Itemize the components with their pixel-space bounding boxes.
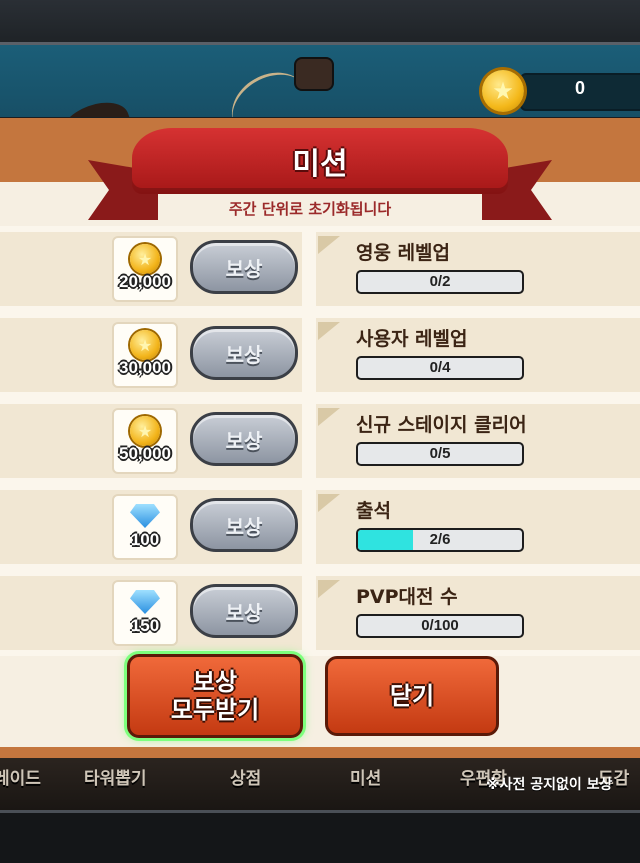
claim-reward-button[interactable]: 보상 xyxy=(190,240,298,294)
close-button[interactable]: 닫기 xyxy=(325,656,499,736)
nav-item-shop[interactable]: 상점 xyxy=(230,764,261,789)
nav-item-tower-draw[interactable]: 타워뽑기 xyxy=(84,764,147,789)
panel-subtitle: 주간 단위로 초기화됩니다 xyxy=(228,200,392,218)
panel-title: 미션 xyxy=(292,147,348,182)
reward-amount: 20,000 xyxy=(119,272,171,291)
notice-text: ※사전 공지없이 보상 xyxy=(486,777,613,793)
nav-item-raid[interactable]: 레이드 xyxy=(0,764,41,789)
bottom-bar xyxy=(0,810,640,863)
mission-title: 영웅 레벨업 xyxy=(356,242,451,264)
enemy-silhouette xyxy=(55,94,135,117)
claim-reward-button[interactable]: 보상 xyxy=(190,498,298,552)
mission-title: PVP대전 수 xyxy=(356,586,458,608)
coin-value: 0 xyxy=(574,78,585,98)
progress-bar: 0/5 xyxy=(356,442,524,466)
progress-text: 0/4 xyxy=(429,359,451,376)
claim-all-label-1: 보상 xyxy=(192,668,238,696)
reward-amount: 150 xyxy=(130,616,160,635)
coin-icon: ★ xyxy=(482,70,524,112)
progress-text: 2/6 xyxy=(429,531,451,548)
nav-item-mission[interactable]: 미션 xyxy=(350,764,381,789)
reward-tile: ★ 30,000 xyxy=(112,322,178,388)
hero-sprite xyxy=(296,59,332,89)
claim-all-button[interactable]: 보상 모두받기 xyxy=(127,654,303,738)
bottom-nav: 레이드 타워뽑기 상점 미션 우편함 도감 ※사전 공지없이 보상 xyxy=(0,758,640,810)
gem-icon xyxy=(130,504,160,528)
progress-bar: 0/4 xyxy=(356,356,524,380)
gem-icon xyxy=(130,590,160,614)
reward-amount: 50,000 xyxy=(119,444,171,463)
reward-tile: 100 xyxy=(112,494,178,560)
reward-tile: ★ 50,000 xyxy=(112,408,178,474)
reward-amount: 100 xyxy=(130,530,160,549)
progress-text: 0/100 xyxy=(421,617,459,634)
title-ribbon: 미션 xyxy=(132,128,508,194)
top-bar xyxy=(0,0,640,45)
coin-icon: ★ xyxy=(130,416,160,446)
progress-bar: 2/6 xyxy=(356,528,524,552)
progress-text: 0/5 xyxy=(429,445,451,462)
mission-title: 출석 xyxy=(356,500,391,522)
mission-title: 신규 스테이지 클리어 xyxy=(356,414,527,436)
claim-reward-button[interactable]: 보상 xyxy=(190,412,298,466)
progress-text: 0/2 xyxy=(429,273,451,290)
mission-title: 사용자 레벨업 xyxy=(356,328,468,350)
mission-row: 100 보상 출석 2/6 xyxy=(0,490,640,564)
claim-reward-button[interactable]: 보상 xyxy=(190,326,298,380)
reward-tile: 150 xyxy=(112,580,178,646)
progress-bar: 0/2 xyxy=(356,270,524,294)
coin-icon: ★ xyxy=(130,330,160,360)
close-label: 닫기 xyxy=(389,682,435,710)
mission-row: 150 보상 PVP대전 수 0/100 xyxy=(0,576,640,650)
claim-reward-button[interactable]: 보상 xyxy=(190,584,298,638)
progress-bar: 0/100 xyxy=(356,614,524,638)
mission-row: ★ 20,000 보상 영웅 레벨업 0/2 xyxy=(0,232,640,306)
mission-row: ★ 50,000 보상 신규 스테이지 클리어 0/5 xyxy=(0,404,640,478)
mission-row: ★ 30,000 보상 사용자 레벨업 0/4 xyxy=(0,318,640,392)
reward-amount: 30,000 xyxy=(119,358,171,377)
reward-tile: ★ 20,000 xyxy=(112,236,178,302)
claim-all-label-2: 모두받기 xyxy=(170,696,260,724)
coin-icon: ★ xyxy=(130,244,160,274)
